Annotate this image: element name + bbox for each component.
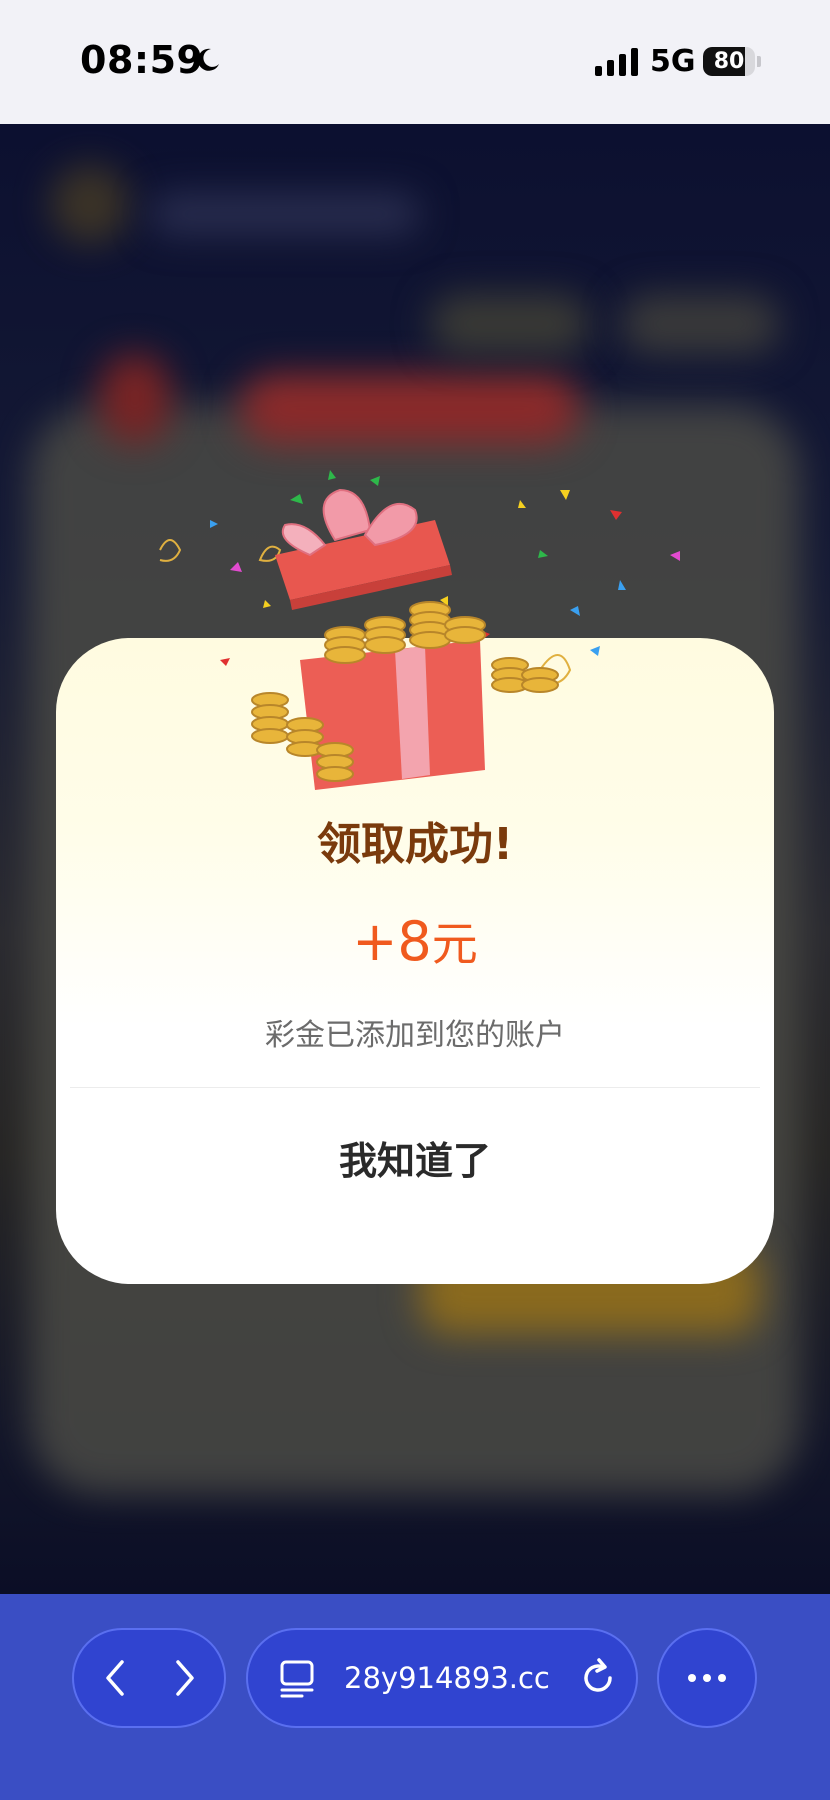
- battery-tip: [757, 56, 761, 67]
- battery-icon: 80: [703, 47, 755, 76]
- status-bar: 08:59 5G 80: [0, 0, 830, 124]
- more-button[interactable]: [657, 1628, 757, 1728]
- blurred-badge: [100, 354, 170, 444]
- battery-level: 80: [713, 49, 745, 74]
- tabs-icon[interactable]: [278, 1658, 316, 1698]
- blurred-logo: [50, 164, 130, 244]
- blurred-tab: [620, 294, 780, 354]
- reward-amount: +8元: [56, 908, 774, 974]
- network-type: 5G: [650, 44, 696, 79]
- url-text[interactable]: 28y914893.cc: [344, 1630, 550, 1726]
- chevron-right-icon: [176, 1660, 194, 1696]
- dialog-title: 领取成功!: [316, 819, 514, 870]
- dialog-subtitle: 彩金已添加到您的账户: [265, 1018, 565, 1053]
- confirm-button[interactable]: 我知道了: [56, 1088, 774, 1234]
- back-button[interactable]: [80, 1630, 150, 1726]
- more-icon: [659, 1630, 755, 1726]
- blurred-banner: [240, 374, 580, 444]
- blurred-tab: [430, 294, 590, 354]
- forward-button[interactable]: [150, 1630, 220, 1726]
- reward-amount-value: +8: [352, 910, 432, 973]
- moon-icon: [197, 48, 219, 71]
- navigation-pill: [72, 1628, 226, 1728]
- address-bar[interactable]: 28y914893.cc: [246, 1628, 638, 1728]
- gift-box-icon: [159, 470, 680, 790]
- browser-toolbar: 28y914893.cc: [0, 1594, 830, 1800]
- reload-icon[interactable]: [578, 1658, 618, 1698]
- signal-icon: [595, 48, 638, 76]
- chevron-left-icon: [106, 1660, 124, 1696]
- status-time: 08:59: [80, 38, 204, 82]
- blurred-header-text: [150, 194, 420, 234]
- reward-amount-unit: 元: [431, 917, 478, 971]
- gift-lid: [275, 488, 452, 610]
